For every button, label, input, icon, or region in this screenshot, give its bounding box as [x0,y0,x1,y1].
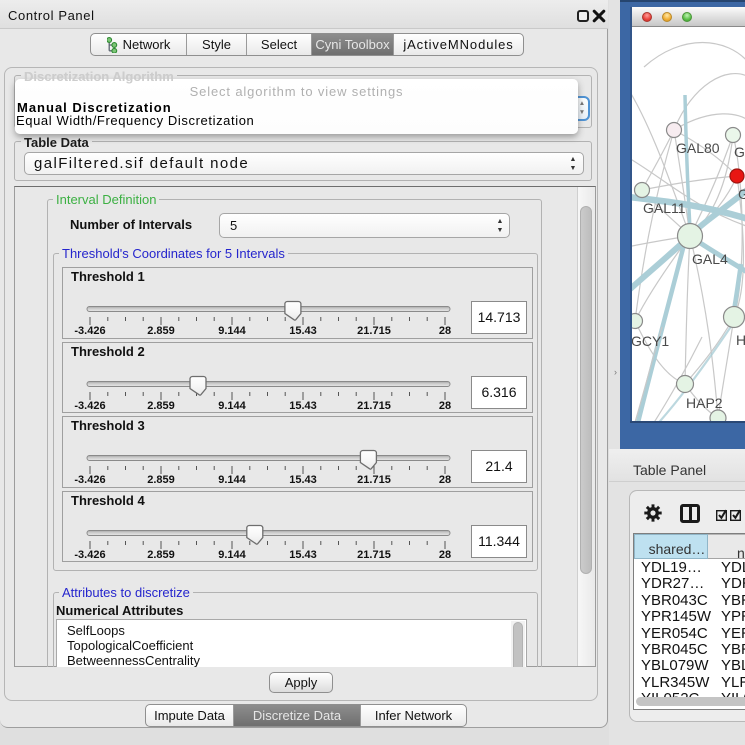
svg-text:9.144: 9.144 [218,549,246,561]
svg-text:GAL: GAL [734,144,745,160]
svg-text:GAL4: GAL4 [692,251,728,267]
svg-text:21.715: 21.715 [357,400,391,412]
svg-text:-3.426: -3.426 [74,325,105,337]
svg-text:21.715: 21.715 [357,325,391,337]
svg-text:9.144: 9.144 [218,325,246,337]
svg-text:2.859: 2.859 [147,474,175,486]
svg-text:-3.426: -3.426 [74,549,105,561]
svg-text:2.859: 2.859 [147,325,175,337]
svg-text:9.144: 9.144 [218,474,246,486]
svg-text:21.715: 21.715 [357,549,391,561]
svg-text:GA: GA [738,186,745,202]
svg-text:15.43: 15.43 [289,549,317,561]
svg-text:HAP2: HAP2 [686,395,723,411]
svg-text:21.715: 21.715 [357,474,391,486]
svg-text:9.144: 9.144 [218,400,246,412]
svg-text:28: 28 [439,474,451,486]
svg-text:GAL11: GAL11 [643,200,686,216]
svg-text:15.43: 15.43 [289,325,317,337]
svg-text:28: 28 [439,400,451,412]
svg-text:HA: HA [736,332,745,348]
svg-text:GAL80: GAL80 [676,140,720,156]
svg-text:15.43: 15.43 [289,474,317,486]
svg-text:-3.426: -3.426 [74,400,105,412]
svg-text:2.859: 2.859 [147,549,175,561]
svg-text:GCY1: GCY1 [632,333,669,349]
svg-text:28: 28 [439,325,451,337]
svg-text:2.859: 2.859 [147,400,175,412]
svg-text:28: 28 [439,549,451,561]
svg-text:-3.426: -3.426 [74,474,105,486]
svg-text:15.43: 15.43 [289,400,317,412]
